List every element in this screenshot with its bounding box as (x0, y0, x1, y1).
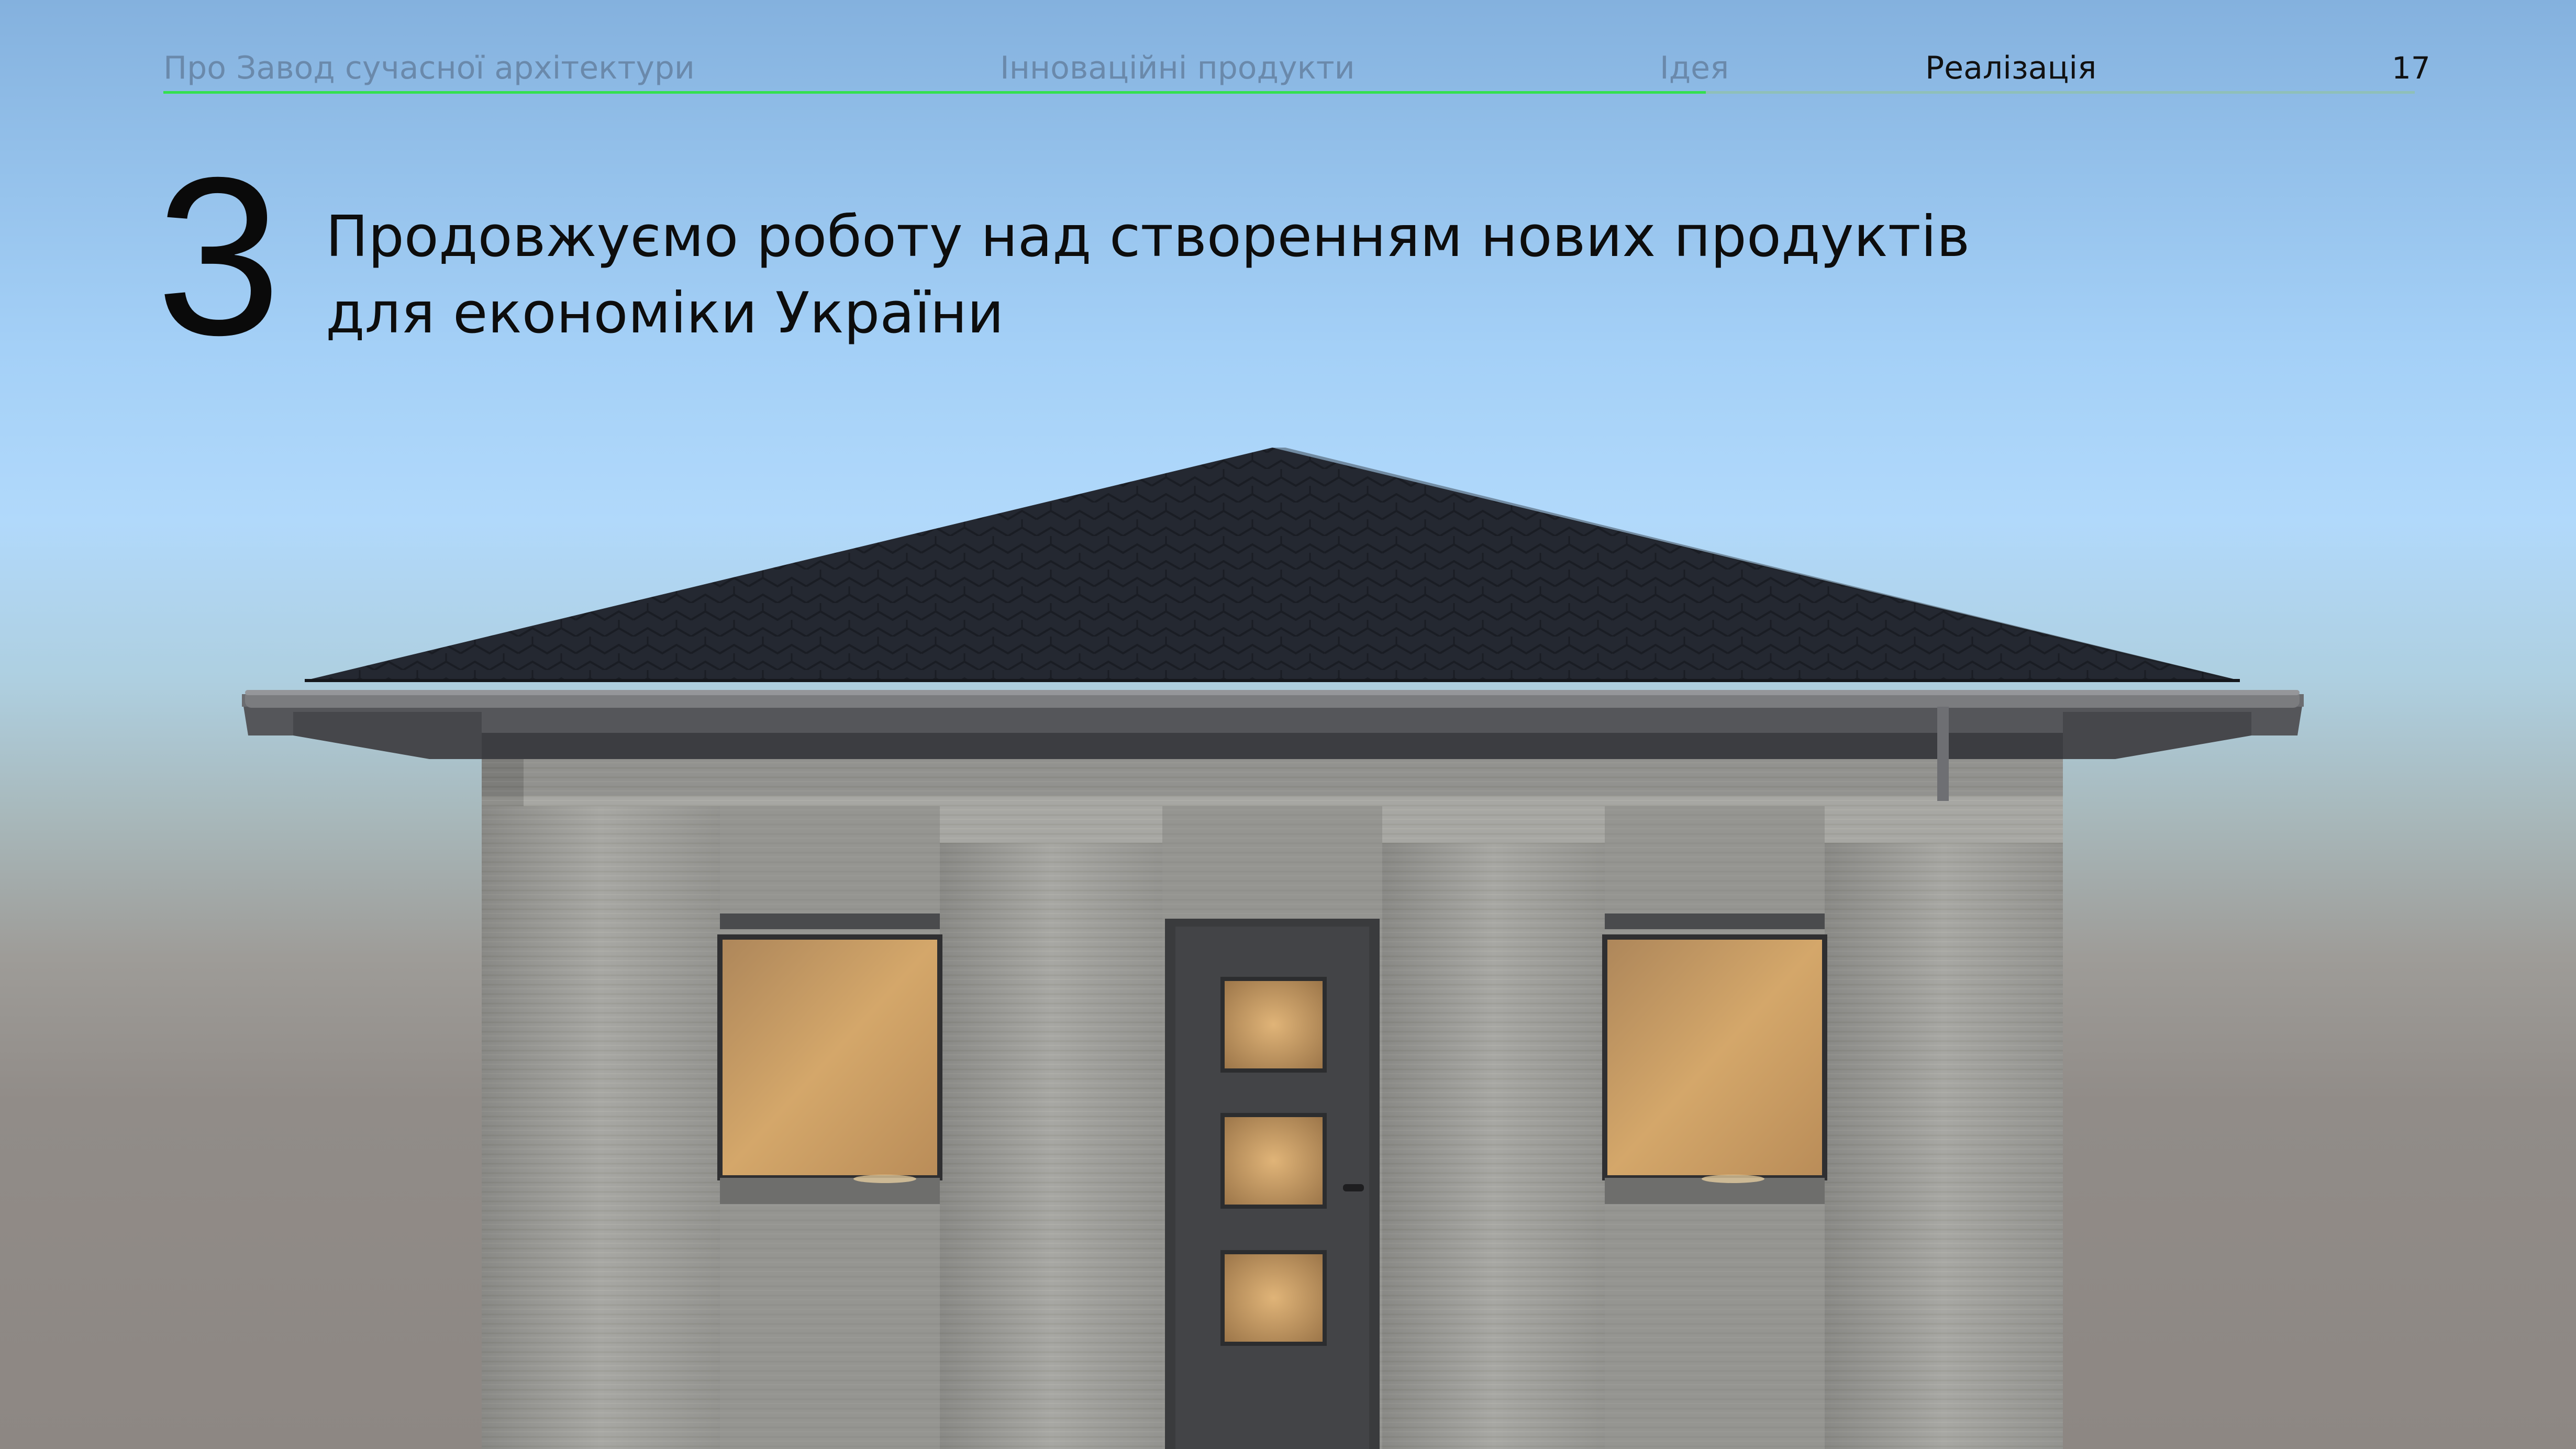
right-window (1602, 913, 1827, 1204)
progress-bar-fill (163, 91, 1706, 94)
nav-item-about[interactable]: Про Завод сучасної архітектури (163, 46, 695, 90)
hip-roof (305, 448, 2240, 682)
nav-item-implementation[interactable]: Реалізація (1925, 46, 2096, 90)
left-window (717, 913, 942, 1204)
entrance-door (1165, 919, 1380, 1449)
top-navigation: Про Завод сучасної архітектури Інновацій… (0, 0, 2576, 105)
door-handle-icon (1343, 1184, 1364, 1191)
slide-headline: Продовжуємо роботу над створенням нових … (326, 199, 2106, 352)
progress-bar (163, 91, 2415, 94)
headline-line-1: Продовжуємо роботу над створенням нових … (326, 204, 1970, 270)
step-number: 3 (156, 131, 281, 382)
nav-item-innovative-products[interactable]: Інноваційні продукти (1000, 46, 1355, 90)
presentation-slide: Про Завод сучасної архітектури Інновацій… (0, 0, 2576, 1449)
nav-item-idea[interactable]: Ідея (1660, 46, 1729, 90)
headline-line-2: для економіки України (326, 281, 1004, 346)
page-number: 17 (2392, 50, 2430, 86)
